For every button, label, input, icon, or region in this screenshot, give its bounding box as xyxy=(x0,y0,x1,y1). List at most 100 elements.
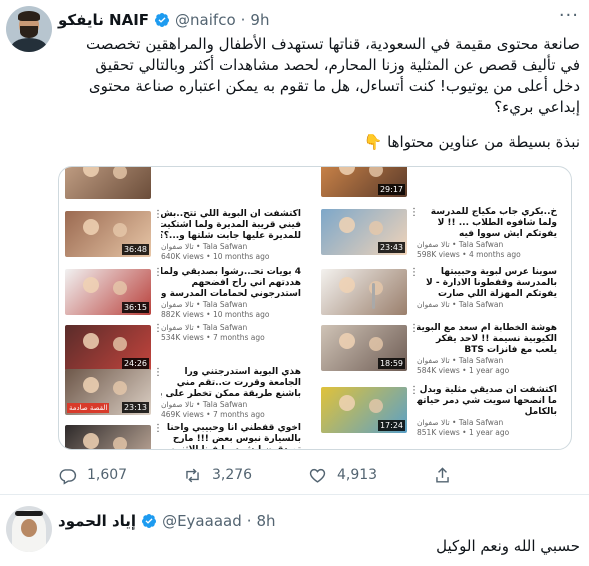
author-name[interactable]: نايفكو NAIF xyxy=(58,11,149,29)
heart-icon xyxy=(309,468,326,483)
video-menu-icon: ⋮ xyxy=(409,267,419,278)
video-thumbnail-caption: القصة صادمة xyxy=(67,403,110,413)
video-thumbnail: 29:17 xyxy=(321,167,407,197)
video-list-item: سوينا عرس لبوية وحبيبتها بالمدرسة وقفطونا… xyxy=(321,263,567,325)
tweet-subline: نبذة بسيطة من عناوين محتواها 👇 xyxy=(58,132,580,153)
video-title-line: هددتهم اني راح افضحهم xyxy=(191,278,302,288)
tweet-media-image[interactable]: 753K views • 2 months ago⋮ 36:48 اكتشفت ان… xyxy=(58,166,572,450)
video-menu-icon: ⋮ xyxy=(153,209,163,220)
video-title-line: الجامعة وقررت ت..تقم مني xyxy=(176,378,301,388)
reply-text: حسبي الله ونعم الوكيل xyxy=(436,537,580,555)
video-duration: 23:43 xyxy=(377,242,405,253)
video-title-line: الكيوبية نسيمة !! لاحد يفكر xyxy=(435,334,557,344)
video-title-line: خ..بكري جاب مكياج للمدرسة xyxy=(430,207,557,217)
video-list-item: 36:48 اكتشفت ان البوية اللي تتح..بش فيني ق… xyxy=(65,205,311,267)
video-thumbnail: 17:24 xyxy=(321,387,407,433)
author-avatar[interactable] xyxy=(6,6,52,52)
video-title-line: فيني قريبة المديرة ولما اشتكيت xyxy=(161,220,301,230)
video-thumbnail: 23:13 القصة صادمة xyxy=(65,369,151,415)
video-title-line: سوينا عرس لبوية وحبيبتها xyxy=(440,267,557,277)
video-menu-icon: ⋮ xyxy=(153,423,163,434)
video-thumbnail xyxy=(321,269,407,315)
video-meta: 640K views • 10 months ago xyxy=(161,252,270,261)
video-thumbnail xyxy=(65,167,151,199)
subline-text: نبذة بسيطة من عناوين محتواها xyxy=(387,133,580,151)
reply-timestamp[interactable]: 8h xyxy=(257,512,276,530)
retweet-count: 3,276 xyxy=(212,467,253,483)
video-title-line: بالكامل xyxy=(524,407,557,417)
video-duration: 36:15 xyxy=(121,302,149,313)
video-menu-icon: ⋮ xyxy=(153,367,163,378)
video-menu-icon: ⋮ xyxy=(409,385,419,396)
tweet-timestamp[interactable]: 9h xyxy=(250,11,269,29)
video-list-item: اخوي قفطني انا وحبيبي واحنا بالسيارة نبوس… xyxy=(65,419,311,450)
video-title-line: اكتشفت ان البوية اللي تتح..بش xyxy=(161,209,301,219)
video-menu-icon: ⋮ xyxy=(153,323,163,334)
video-duration: 29:17 xyxy=(377,184,405,195)
tweet-text-line: في تأليف قصص عن المثلية وزنا المحارم، لح… xyxy=(95,56,580,74)
video-title-line: يفوتكم المهزلة اللي صارت xyxy=(438,289,557,299)
video-thumbnail: 18:59 xyxy=(321,325,407,371)
video-title-line: هوشة الخطابة ام سعد مع البوية xyxy=(417,323,557,333)
video-thumbnail: 23:43 xyxy=(321,209,407,255)
video-title-line: يلعب مع فانزات BTS xyxy=(464,345,557,355)
like-button[interactable]: 4,913 xyxy=(308,466,433,485)
video-title-line: تصدقون ايش سوا فينا الاثنين... xyxy=(161,445,301,450)
verified-badge-icon xyxy=(142,514,157,528)
video-duration: 18:59 xyxy=(377,358,405,369)
video-list-item: 36:15 4 بويات تحـ..رشوا بصديقي ولما هددتهم… xyxy=(65,263,311,325)
more-options-icon[interactable]: ··· xyxy=(559,5,579,26)
video-channel: Tala Safwan • تالا صفوان xyxy=(417,300,504,309)
video-channel: Tala Safwan • تالا صفوان xyxy=(417,356,504,365)
video-list-item: 23:43 خ..بكري جاب مكياج للمدرسة ولما شافوه… xyxy=(321,203,567,265)
video-duration: 36:48 xyxy=(121,244,149,255)
tweet-text-line: دخل أعلى من يوتيوب! كنت أتساءل، هل ما تق… xyxy=(88,77,580,95)
reply-count: 1,607 xyxy=(87,467,128,483)
reply-author-name[interactable]: إياد الحمود xyxy=(58,512,136,530)
video-channel: Tala Safwan • تالا صفوان xyxy=(161,323,248,332)
tweet-header: نايفكو NAIF @naifco · 9h xyxy=(58,9,269,31)
video-channel: Tala Safwan • تالا صفوان xyxy=(417,240,504,249)
video-meta: 584K views • 1 year ago xyxy=(417,366,510,375)
retweet-button[interactable]: 3,276 xyxy=(183,466,308,485)
author-handle[interactable]: @naifco xyxy=(175,11,236,29)
tweet-text-line: إبداعي بريء؟ xyxy=(494,98,580,116)
video-title-line: ولما شافوه الطلاب ... !! لا xyxy=(437,218,557,228)
video-title-line: ما انصحها سويت شي دمر حياتها xyxy=(417,396,557,406)
tweet-text-line: صانعة محتوى مقيمة في السعودية، قناتها تس… xyxy=(86,35,580,53)
video-menu-icon: ⋮ xyxy=(153,267,163,278)
video-list-item: 29:17477K views • 3 months ago⋮ xyxy=(321,167,567,207)
like-count: 4,913 xyxy=(337,467,378,483)
tweet-actions: 1,607 3,276 4,913 xyxy=(58,464,518,486)
reply-tweet[interactable]: إياد الحمود @Eyaaaad · 8h حسبي الله ونعم… xyxy=(0,495,589,566)
separator-dot: · xyxy=(240,11,246,29)
video-thumbnail xyxy=(65,425,151,449)
video-meta: 598K views • 4 months ago xyxy=(417,250,521,259)
video-menu-icon: ⋮ xyxy=(409,323,419,334)
reply-author-avatar[interactable] xyxy=(6,506,52,552)
tweet[interactable]: نايفكو NAIF @naifco · 9h ··· صانعة محتوى… xyxy=(0,0,589,495)
retweet-icon xyxy=(186,468,199,482)
reply-button[interactable]: 1,607 xyxy=(58,466,183,485)
video-title-line: بالمدرسة وقفطونا الادارة - لا xyxy=(426,278,557,288)
video-title-line: يفوتكم ايش سووا فيه xyxy=(459,229,557,239)
video-title-line: باشنع طريقة ممكن تخطر على با... xyxy=(161,389,301,399)
video-channel: Tala Safwan • تالا صفوان xyxy=(417,418,504,427)
video-title-line: استدرجوني لحمامات المدرسة و... xyxy=(161,289,301,299)
video-title-line: للمديرة عليها جابت شلتها و...؟؟ xyxy=(161,231,301,241)
pointing-down-icon: 👇 xyxy=(363,133,383,151)
scrollbar xyxy=(372,283,375,309)
video-channel: Tala Safwan • تالا صفوان xyxy=(161,300,248,309)
video-title-line: هذي البوية استدرجتني ورا xyxy=(184,367,302,377)
video-meta: 851K views • 1 year ago xyxy=(417,428,510,437)
reply-author-handle[interactable]: @Eyaaaad xyxy=(162,512,242,530)
video-thumbnail: 36:48 xyxy=(65,211,151,257)
video-duration: 17:24 xyxy=(377,420,405,431)
share-button[interactable] xyxy=(433,466,473,485)
video-title-line: 4 بويات تحـ..رشوا بصديقي ولما xyxy=(161,267,301,277)
video-channel: Tala Safwan • تالا صفوان xyxy=(161,242,248,251)
video-title-line: اخوي قفطني انا وحبيبي واحنا xyxy=(166,423,301,433)
separator-dot: · xyxy=(246,512,252,530)
video-meta: 534K views • 7 months ago xyxy=(161,333,265,342)
video-list-item: 753K views • 2 months ago⋮ xyxy=(65,167,311,209)
